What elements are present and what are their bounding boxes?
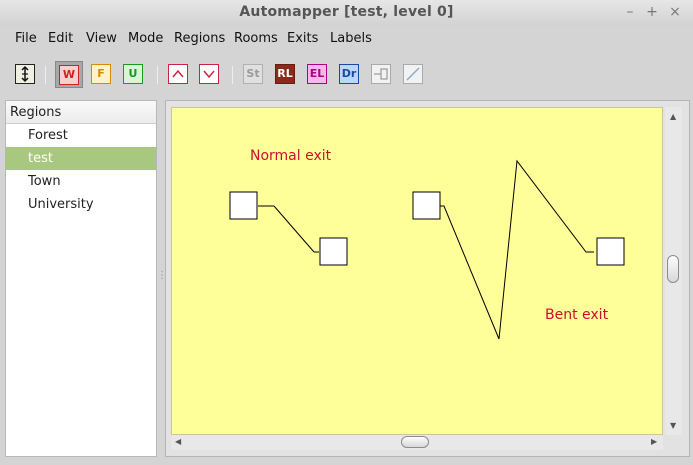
room-box[interactable] [412, 191, 441, 220]
map-canvas[interactable]: Normal exit Bent exit [171, 107, 663, 435]
w-mode-icon[interactable]: W [59, 65, 79, 85]
map-frame: Normal exit Bent exit ▲ ▼ ◀ ▶ [165, 100, 690, 457]
toolbar-separator [232, 66, 233, 84]
room-box[interactable] [596, 237, 625, 266]
w-mode-button-pressed[interactable]: W [55, 61, 83, 88]
region-item-test[interactable]: test [6, 147, 156, 170]
region-item-university[interactable]: University [6, 193, 156, 216]
rl-icon[interactable]: RL [275, 64, 295, 84]
menu-mode[interactable]: Mode [128, 31, 163, 46]
horizontal-scroll-thumb[interactable] [401, 436, 429, 448]
title-bar[interactable]: Automapper [test, level 0] – + × [0, 0, 693, 26]
scroll-right-icon[interactable]: ▶ [651, 437, 657, 446]
toolbar: W F U St RL EL Dr [0, 58, 693, 92]
menu-bar: File Edit View Mode Regions Rooms Exits … [0, 28, 693, 50]
scroll-left-icon[interactable]: ◀ [175, 437, 181, 446]
region-item-forest[interactable]: Forest [6, 124, 156, 147]
u-mode-icon[interactable]: U [123, 64, 143, 84]
menu-view[interactable]: View [86, 31, 117, 46]
scroll-down-icon[interactable]: ▼ [670, 421, 676, 430]
close-icon[interactable]: × [668, 5, 682, 19]
menu-labels[interactable]: Labels [330, 31, 372, 46]
st-icon[interactable]: St [243, 64, 263, 84]
up-chevron-icon[interactable] [168, 64, 188, 84]
toolbar-separator [45, 66, 46, 84]
el-icon[interactable]: EL [307, 64, 327, 84]
menu-file[interactable]: File [15, 31, 37, 46]
regions-panel: Regions Forest test Town University [5, 100, 157, 457]
scroll-up-icon[interactable]: ▲ [670, 112, 676, 121]
toolbar-separator [157, 66, 158, 84]
room-box[interactable] [229, 191, 258, 220]
vertical-scrollbar[interactable]: ▲ ▼ [665, 107, 682, 435]
region-item-town[interactable]: Town [6, 170, 156, 193]
menu-regions[interactable]: Regions [174, 31, 225, 46]
normal-exit-label[interactable]: Normal exit [250, 148, 331, 164]
bent-exit-label[interactable]: Bent exit [545, 307, 608, 323]
minimize-icon[interactable]: – [623, 5, 637, 19]
down-chevron-icon[interactable] [199, 64, 219, 84]
diagonal-exit-icon[interactable] [403, 64, 423, 84]
map-drawing [229, 159, 625, 340]
room-box[interactable] [319, 237, 348, 266]
maximize-icon[interactable]: + [645, 5, 659, 19]
regions-header[interactable]: Regions [6, 101, 156, 124]
up-down-arrow-icon[interactable] [15, 64, 35, 84]
vertical-scroll-thumb[interactable] [667, 255, 679, 283]
normal-exit-line [273, 205, 315, 253]
automapper-window: Automapper [test, level 0] – + × File Ed… [0, 0, 693, 465]
splitter-handle[interactable]: ⋮ [157, 271, 167, 286]
menu-edit[interactable]: Edit [48, 31, 73, 46]
door-icon[interactable] [371, 64, 391, 84]
dr-icon[interactable]: Dr [339, 64, 359, 84]
horizontal-scrollbar[interactable]: ◀ ▶ [171, 435, 663, 450]
menu-rooms[interactable]: Rooms [234, 31, 278, 46]
menu-exits[interactable]: Exits [287, 31, 318, 46]
window-title: Automapper [test, level 0] [239, 4, 454, 20]
f-mode-icon[interactable]: F [91, 64, 111, 84]
